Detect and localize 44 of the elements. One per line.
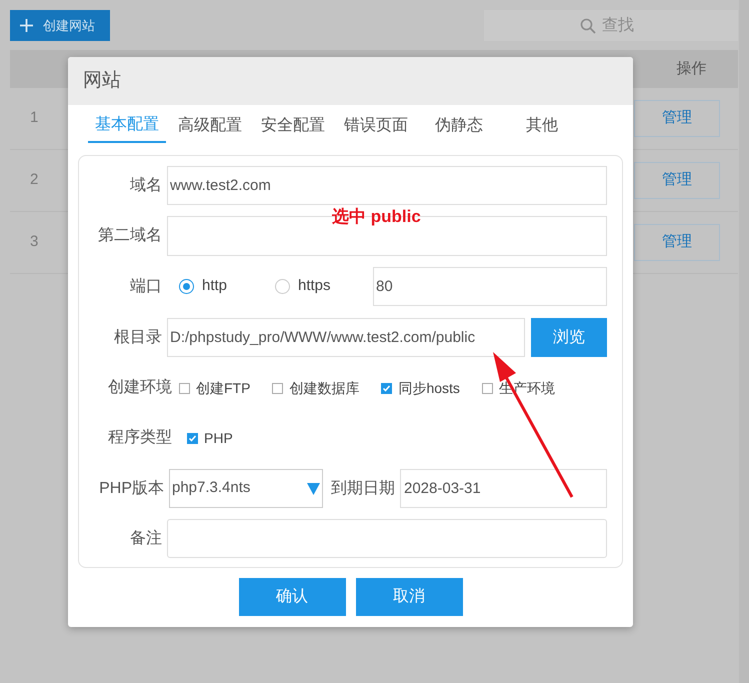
checkbox[interactable] xyxy=(187,432,198,444)
tab[interactable]: 高级配置 xyxy=(171,108,249,143)
field-label: PHP版本 xyxy=(99,478,164,498)
checkbox-label: 创建FTP xyxy=(196,378,250,398)
field-label: 端口 xyxy=(130,276,162,296)
expiry-date-field[interactable]: 2028-03-31 xyxy=(400,469,607,508)
tab[interactable]: 错误页面 xyxy=(337,108,415,143)
field-label: 根目录 xyxy=(114,328,162,348)
field-label: 程序类型 xyxy=(108,428,172,448)
row-number: 2 xyxy=(30,170,38,190)
checkbox[interactable] xyxy=(179,382,190,394)
dialog-title: 网站 xyxy=(83,68,121,93)
checkbox[interactable] xyxy=(482,382,493,394)
row-number: 3 xyxy=(30,232,38,252)
checkbox-label: 创建数据库 xyxy=(289,378,360,398)
domain-field[interactable]: www.test2.com xyxy=(167,166,607,205)
search-icon xyxy=(580,18,596,34)
plus-icon xyxy=(20,19,33,32)
radio-button[interactable] xyxy=(179,279,194,294)
php-version-select[interactable]: php7.3.4nts xyxy=(169,469,323,508)
create-site-button[interactable]: 创建网站 xyxy=(10,10,110,41)
port-field[interactable]: 80 xyxy=(373,267,607,306)
tab[interactable]: 其他 xyxy=(503,108,581,143)
field-label: 第二域名 xyxy=(98,226,162,246)
checkbox-label: 同步hosts xyxy=(398,378,460,398)
radio-label: https xyxy=(298,276,331,296)
radio-label: http xyxy=(202,276,228,296)
row-number: 1 xyxy=(30,108,38,128)
field-label: 域名 xyxy=(130,176,162,196)
checkbox[interactable] xyxy=(381,382,392,394)
root-directory-field[interactable]: D:/phpstudy_pro/WWW/www.test2.com/public xyxy=(167,318,525,357)
dropdown-arrow-icon xyxy=(307,482,320,494)
note-field[interactable] xyxy=(167,519,607,558)
tab[interactable]: 伪静态 xyxy=(420,108,498,143)
field-label: 到期日期 xyxy=(331,480,395,496)
field-label: 备注 xyxy=(130,528,162,548)
column-header: 操作 xyxy=(676,58,706,79)
radio-button[interactable] xyxy=(275,279,290,294)
field-label: 创建环境 xyxy=(108,378,172,398)
tab[interactable]: 安全配置 xyxy=(254,108,332,143)
annotation-text: 选中 public xyxy=(332,206,421,228)
checkbox-label: PHP xyxy=(204,428,233,448)
checkbox[interactable] xyxy=(272,382,284,394)
search-field[interactable]: 查找 xyxy=(602,14,642,38)
